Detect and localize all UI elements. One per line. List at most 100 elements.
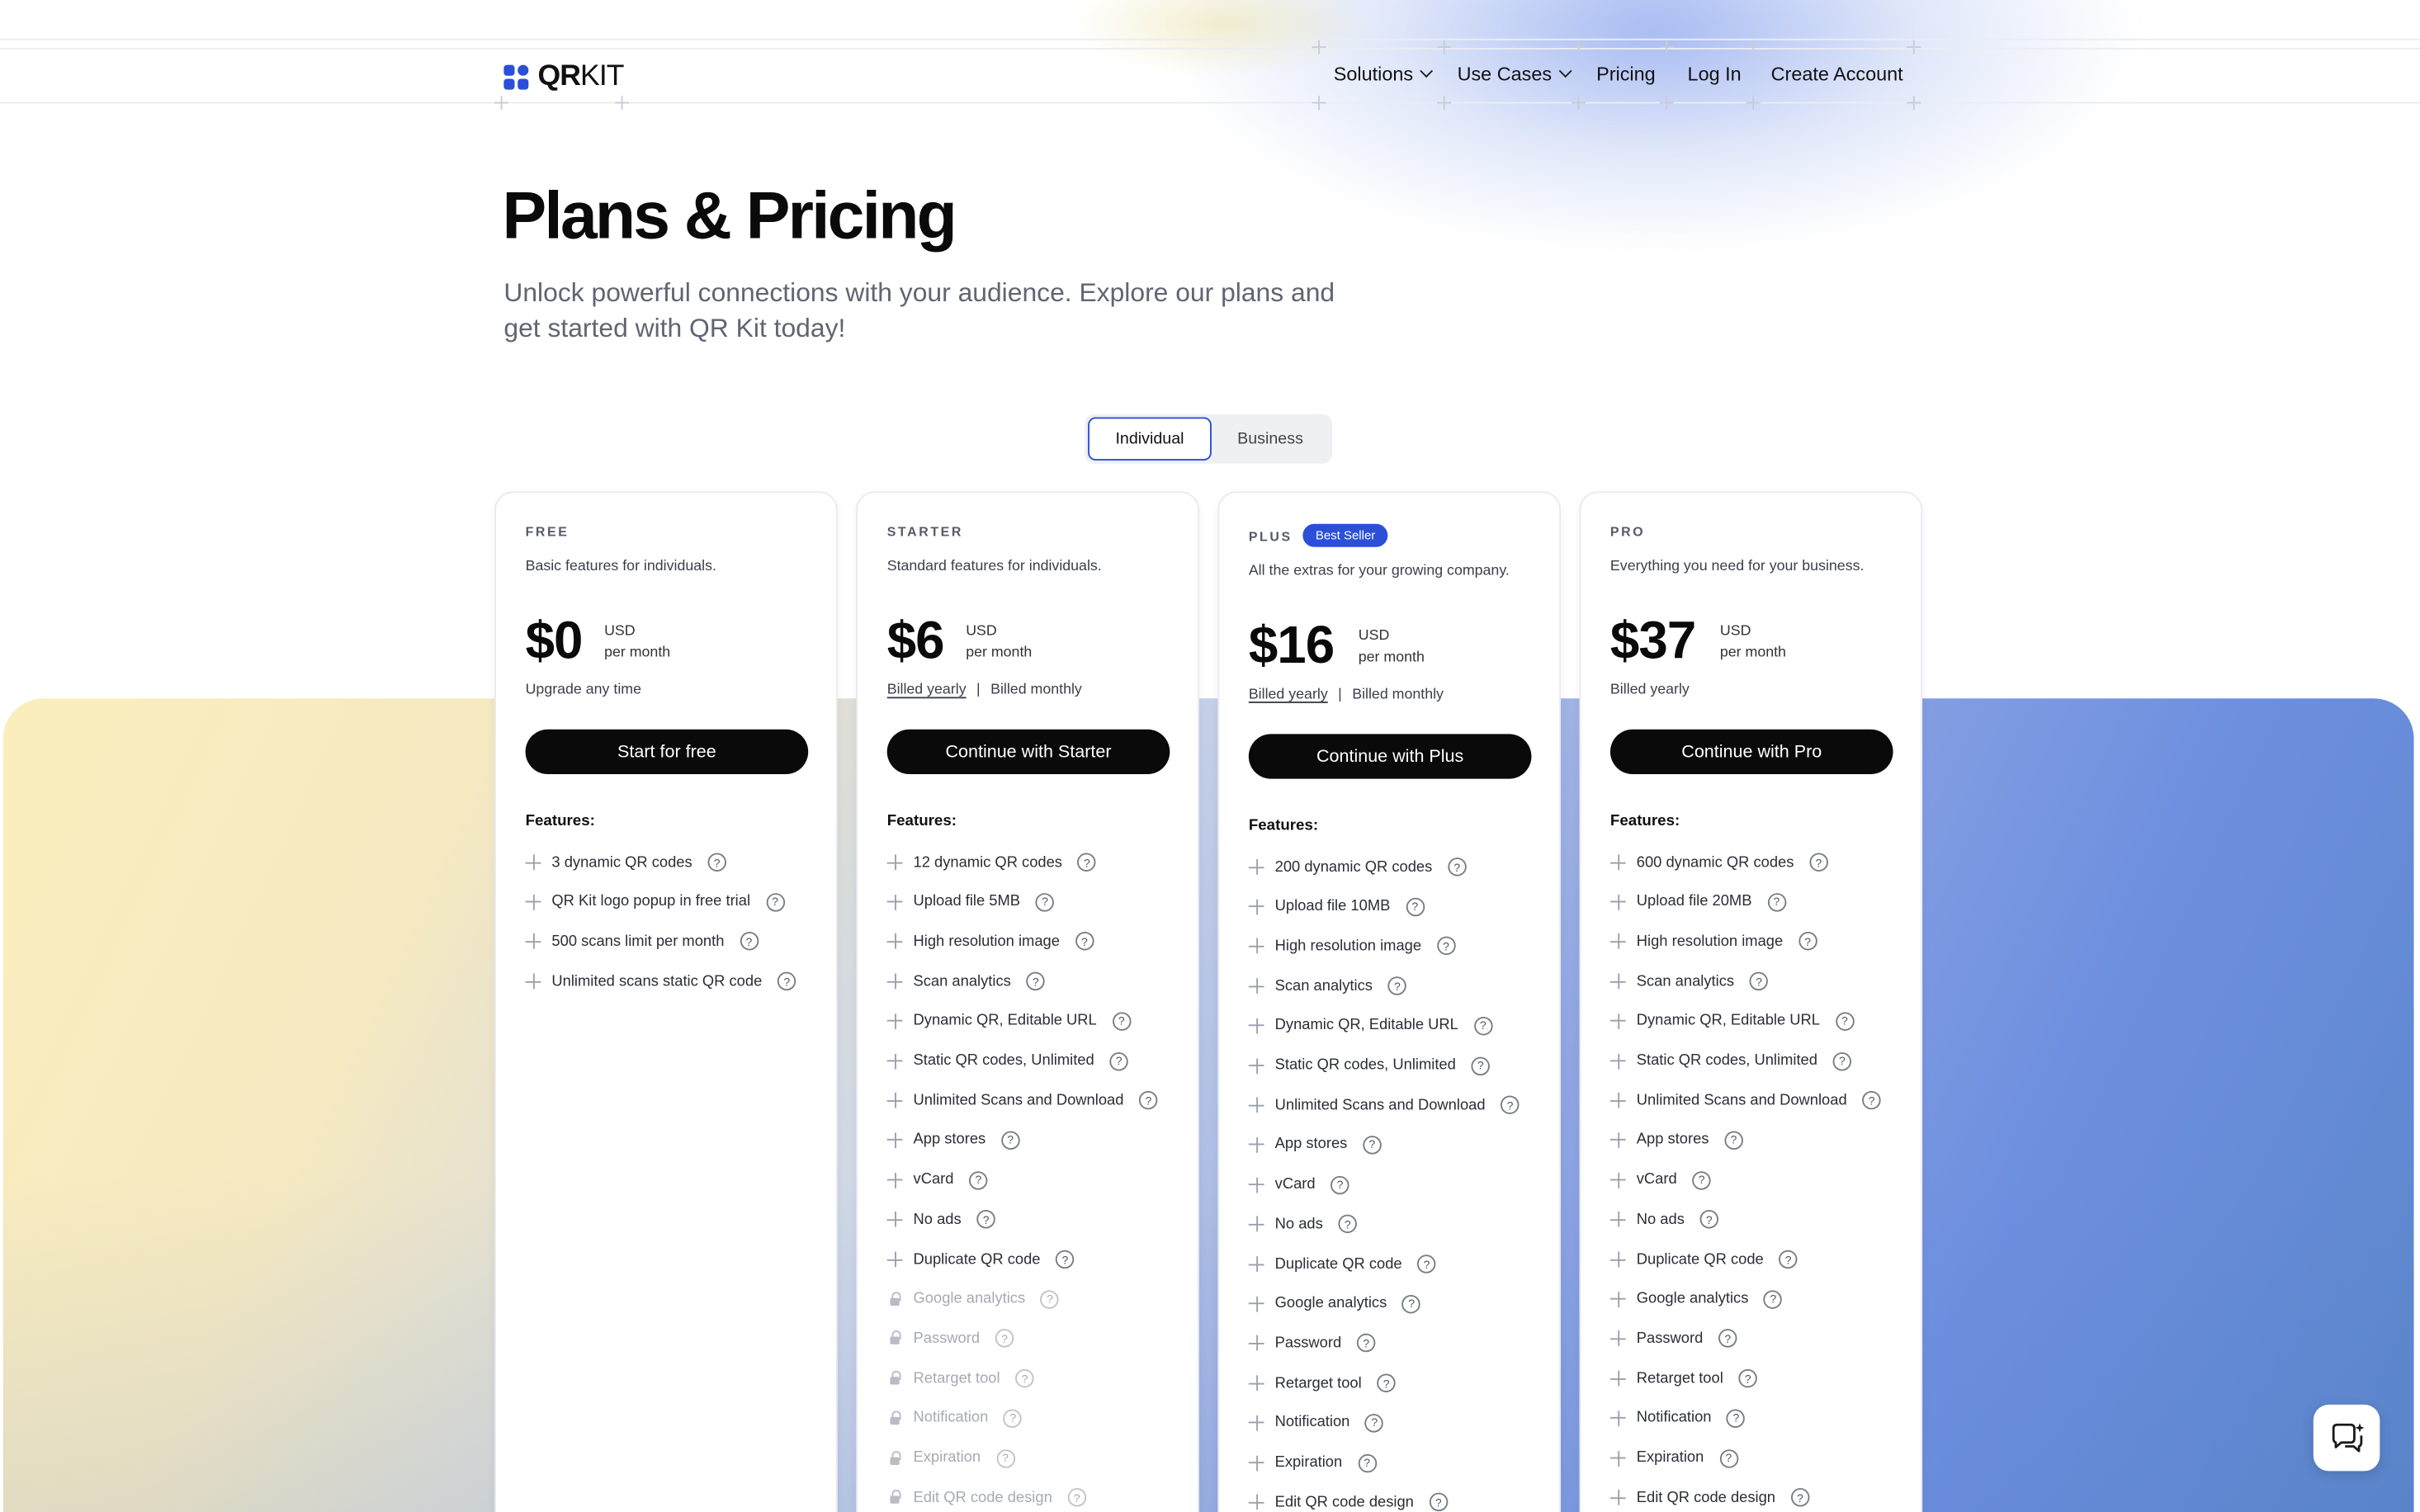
billed-monthly-link[interactable]: Billed monthly xyxy=(1352,686,1444,703)
help-icon[interactable]: ? xyxy=(1331,1175,1349,1194)
help-icon[interactable]: ? xyxy=(1406,897,1425,916)
help-icon[interactable]: ? xyxy=(1035,892,1055,912)
help-icon[interactable]: ? xyxy=(1365,1413,1384,1433)
help-icon[interactable]: ? xyxy=(1699,1210,1719,1230)
help-icon[interactable]: ? xyxy=(1719,1448,1738,1467)
help-icon[interactable]: ? xyxy=(1862,1091,1881,1110)
billed-yearly-link[interactable]: Billed yearly xyxy=(887,682,967,699)
toggle-business[interactable]: Business xyxy=(1212,418,1329,461)
help-icon[interactable]: ? xyxy=(1075,932,1094,952)
help-icon[interactable]: ? xyxy=(1779,1250,1798,1269)
help-icon[interactable]: ? xyxy=(1000,1131,1020,1150)
help-icon[interactable]: ? xyxy=(1727,1409,1746,1428)
feature-item: High resolution image? xyxy=(1248,937,1456,956)
help-icon[interactable]: ? xyxy=(976,1210,995,1230)
help-icon[interactable]: ? xyxy=(765,892,785,912)
plan-name: PRO xyxy=(1609,523,1646,540)
help-icon[interactable]: ? xyxy=(1767,892,1786,912)
help-icon[interactable]: ? xyxy=(1109,1051,1128,1070)
plan-price-unit: USD per month xyxy=(1720,621,1786,664)
help-icon[interactable]: ? xyxy=(707,853,726,872)
plan-type-toggle: Individual Business xyxy=(1085,413,1332,464)
help-icon[interactable]: ? xyxy=(1112,1011,1131,1031)
help-icon[interactable]: ? xyxy=(1790,1488,1810,1507)
help-icon[interactable]: ? xyxy=(1356,1334,1376,1353)
feature-item: Dynamic QR, Editable URL? xyxy=(1609,1011,1855,1031)
help-icon[interactable]: ? xyxy=(1798,932,1817,952)
help-icon[interactable]: ? xyxy=(1436,937,1456,956)
lock-icon xyxy=(887,1330,903,1347)
help-icon[interactable]: ? xyxy=(1835,1011,1855,1031)
help-icon[interactable]: ? xyxy=(1387,976,1407,995)
help-icon[interactable]: ? xyxy=(1448,858,1467,876)
chat-widget-button[interactable] xyxy=(2313,1404,2380,1472)
help-icon[interactable]: ? xyxy=(995,1448,1015,1467)
help-icon[interactable]: ? xyxy=(969,1170,988,1189)
feature-item: Duplicate QR code? xyxy=(886,1250,1075,1269)
plus-icon xyxy=(1609,1013,1626,1029)
help-icon[interactable]: ? xyxy=(1724,1131,1743,1150)
plus-icon xyxy=(1609,973,1626,990)
grid-plus-decoration xyxy=(494,96,508,110)
help-icon[interactable]: ? xyxy=(1473,1016,1493,1036)
nav-login[interactable]: Log In xyxy=(1688,64,1742,85)
help-icon[interactable]: ? xyxy=(1401,1294,1421,1313)
help-icon[interactable]: ? xyxy=(1363,1135,1382,1155)
plus-icon xyxy=(886,1052,903,1069)
help-icon[interactable]: ? xyxy=(1471,1056,1491,1075)
help-icon[interactable]: ? xyxy=(1077,853,1097,872)
feature-label: 600 dynamic QR codes xyxy=(1636,853,1794,872)
help-icon[interactable]: ? xyxy=(1764,1289,1783,1309)
brand-logo[interactable]: QRKIT xyxy=(503,60,625,94)
help-icon[interactable]: ? xyxy=(1056,1250,1075,1269)
plan-card-free: FREE Basic features for individuals. $0 … xyxy=(494,491,838,1512)
continue-pro-button[interactable]: Continue with Pro xyxy=(1609,729,1893,775)
help-icon[interactable]: ? xyxy=(1015,1369,1034,1388)
help-icon[interactable]: ? xyxy=(1067,1488,1086,1507)
nav-solutions[interactable]: Solutions xyxy=(1334,64,1434,85)
help-icon[interactable]: ? xyxy=(1004,1409,1023,1428)
nav-create-account[interactable]: Create Account xyxy=(1771,64,1903,85)
help-icon[interactable]: ? xyxy=(995,1329,1014,1349)
feature-item: 500 scans limit per month? xyxy=(525,932,759,952)
help-icon[interactable]: ? xyxy=(1377,1373,1396,1393)
feature-label: Password xyxy=(1274,1335,1342,1353)
toggle-individual[interactable]: Individual xyxy=(1088,417,1212,461)
feature-item: Scan analytics? xyxy=(1609,971,1769,991)
feature-item: Password? xyxy=(887,1329,1014,1349)
help-icon[interactable]: ? xyxy=(1501,1095,1520,1115)
help-icon[interactable]: ? xyxy=(1139,1091,1158,1110)
help-icon[interactable]: ? xyxy=(1357,1453,1377,1472)
help-icon[interactable]: ? xyxy=(1417,1254,1436,1273)
help-icon[interactable]: ? xyxy=(1338,1215,1357,1234)
help-icon[interactable]: ? xyxy=(1718,1329,1737,1349)
start-free-button[interactable]: Start for free xyxy=(525,729,809,775)
feature-item: Upload file 10MB? xyxy=(1248,897,1425,916)
feature-item: High resolution image? xyxy=(1609,932,1817,952)
help-icon[interactable]: ? xyxy=(1749,971,1769,991)
grid-plus-decoration xyxy=(1907,40,1921,54)
plan-description: Basic features for individuals. xyxy=(525,557,716,575)
help-icon[interactable]: ? xyxy=(1040,1289,1060,1309)
continue-plus-button[interactable]: Continue with Plus xyxy=(1248,734,1532,779)
help-icon[interactable]: ? xyxy=(740,932,759,952)
nav-pricing[interactable]: Pricing xyxy=(1596,64,1656,85)
feature-item: App stores? xyxy=(1609,1131,1743,1150)
plus-icon xyxy=(1248,1057,1264,1074)
help-icon[interactable]: ? xyxy=(1429,1492,1449,1512)
help-icon[interactable]: ? xyxy=(1832,1051,1852,1070)
plus-icon xyxy=(1248,978,1264,995)
feature-item: Edit QR code design? xyxy=(887,1488,1086,1507)
help-icon[interactable]: ? xyxy=(1026,971,1045,991)
help-icon[interactable]: ? xyxy=(1692,1170,1711,1189)
continue-starter-button[interactable]: Continue with Starter xyxy=(886,729,1170,775)
billed-yearly-link[interactable]: Billed yearly xyxy=(1249,686,1328,703)
help-icon[interactable]: ? xyxy=(1809,853,1828,872)
plus-icon xyxy=(1248,1136,1264,1153)
help-icon[interactable]: ? xyxy=(1738,1369,1757,1388)
grid-plus-decoration xyxy=(1437,40,1452,54)
help-icon[interactable]: ? xyxy=(778,971,796,991)
billed-monthly-link[interactable]: Billed monthly xyxy=(990,682,1082,699)
nav-use-cases[interactable]: Use Cases xyxy=(1458,64,1572,85)
feature-item: No ads? xyxy=(886,1210,995,1230)
